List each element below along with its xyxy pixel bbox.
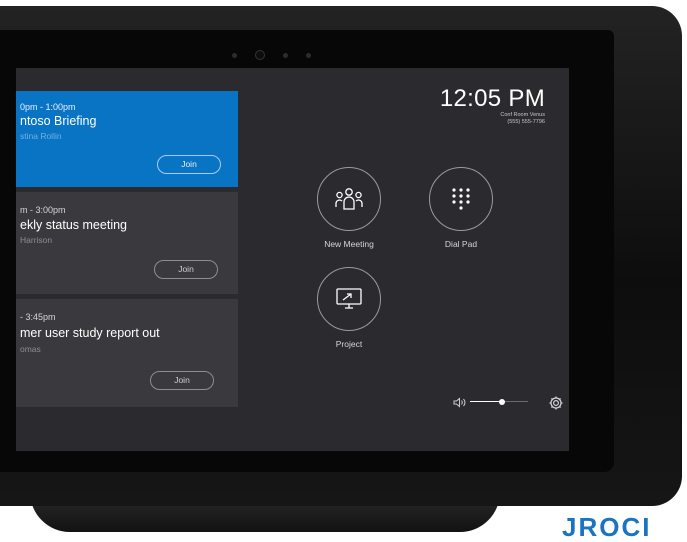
meeting-organizer: Harrison bbox=[20, 235, 53, 245]
new-meeting-circle[interactable] bbox=[317, 167, 381, 231]
volume-knob[interactable] bbox=[498, 399, 505, 405]
volume-slider[interactable] bbox=[470, 396, 528, 408]
project-screen-icon bbox=[336, 288, 362, 309]
gear-icon[interactable] bbox=[548, 395, 564, 411]
project-button[interactable]: Project bbox=[304, 267, 394, 349]
project-label: Project bbox=[335, 339, 363, 349]
meeting-time: - 3:45pm bbox=[20, 312, 56, 322]
meeting-title: ekly status meeting bbox=[20, 218, 127, 232]
meeting-card[interactable]: m - 3:00pm ekly status meeting Harrison … bbox=[16, 192, 238, 294]
new-meeting-button[interactable]: New Meeting bbox=[304, 167, 394, 249]
meeting-organizer: omas bbox=[20, 344, 41, 354]
clock-time: 12:05 PM bbox=[439, 85, 545, 112]
touch-screen: 0pm - 1:00pm ntoso Briefing stina Rollin… bbox=[16, 68, 569, 451]
room-phone: (555) 555-7796 bbox=[507, 119, 545, 125]
volume-fill bbox=[470, 401, 502, 402]
new-meeting-label: New Meeting bbox=[324, 239, 374, 249]
speaker-icon bbox=[453, 396, 466, 408]
camera-icon bbox=[255, 50, 265, 60]
people-icon bbox=[335, 188, 363, 210]
brand-text: JROCI bbox=[562, 512, 652, 542]
meeting-card[interactable]: - 3:45pm mer user study report out omas … bbox=[16, 299, 238, 407]
dialpad-icon bbox=[452, 188, 470, 210]
dial-pad-circle[interactable] bbox=[429, 167, 493, 231]
join-button[interactable]: Join bbox=[150, 371, 214, 390]
join-button[interactable]: Join bbox=[154, 260, 218, 279]
project-circle[interactable] bbox=[317, 267, 381, 331]
dial-pad-label: Dial Pad bbox=[444, 239, 478, 249]
volume-control[interactable] bbox=[453, 396, 528, 408]
meeting-title: ntoso Briefing bbox=[20, 114, 97, 128]
room-name: Conf Room Venus bbox=[500, 112, 545, 118]
meeting-title: mer user study report out bbox=[20, 326, 160, 340]
meeting-time: 0pm - 1:00pm bbox=[20, 102, 76, 112]
meeting-organizer: stina Rollin bbox=[20, 131, 62, 141]
indicator-light bbox=[283, 52, 288, 58]
meeting-time: m - 3:00pm bbox=[20, 205, 66, 215]
clock-panel: 12:05 PM Conf Room Venus (555) 555-7796 bbox=[440, 86, 545, 126]
dial-pad-button[interactable]: Dial Pad bbox=[416, 167, 506, 249]
indicator-light bbox=[306, 52, 311, 58]
hardware-indicators bbox=[232, 50, 311, 60]
indicator-light bbox=[232, 52, 237, 58]
join-button[interactable]: Join bbox=[157, 155, 221, 174]
meeting-card[interactable]: 0pm - 1:00pm ntoso Briefing stina Rollin… bbox=[16, 91, 238, 187]
